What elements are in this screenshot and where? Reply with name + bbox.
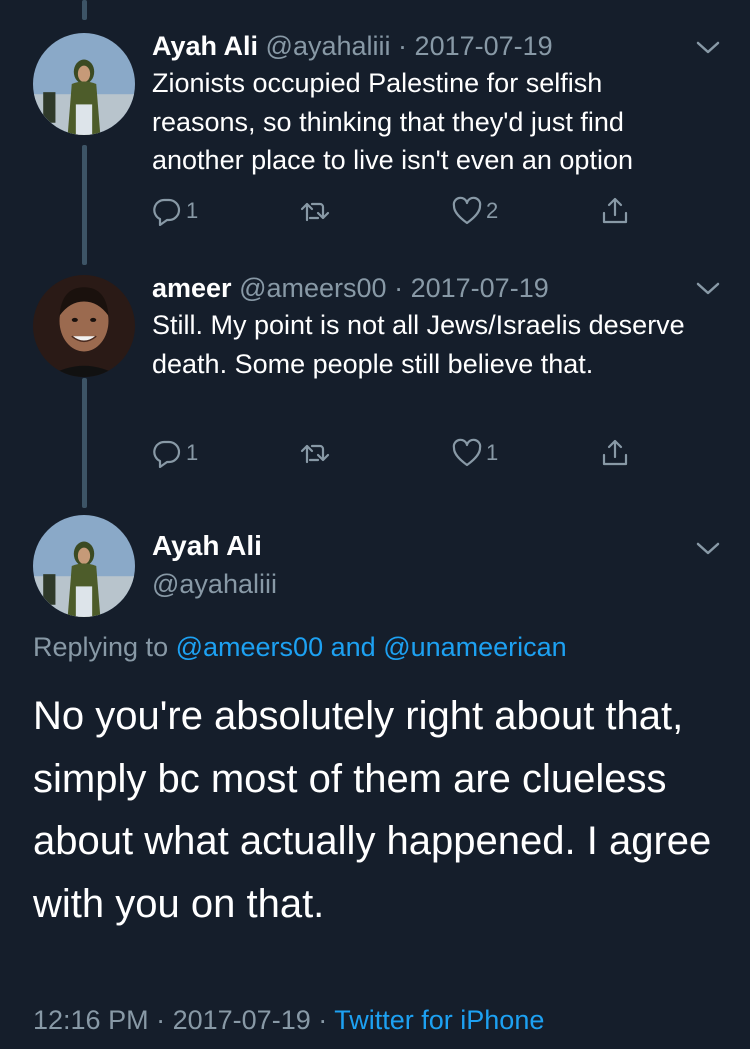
reply-count: 1 (186, 440, 199, 465)
author-name[interactable]: Ayah Ali (152, 31, 258, 61)
like-count: 1 (486, 440, 499, 465)
main-author-name[interactable]: Ayah Ali (152, 530, 262, 562)
like-count: 2 (486, 198, 499, 223)
reply-button[interactable]: 1 (152, 196, 198, 226)
replying-and[interactable]: and (331, 632, 376, 662)
tweet-header: ameer @ameers00 · 2017-07-19 (152, 272, 712, 304)
retweet-icon (300, 444, 330, 464)
reply-icon (153, 440, 181, 468)
share-button[interactable] (600, 196, 630, 226)
thread-line-2 (82, 378, 87, 508)
replying-user-link[interactable]: @ameers00 (176, 632, 323, 662)
tweet-source-link[interactable]: Twitter for iPhone (334, 1005, 544, 1035)
avatar-ayah-main[interactable] (33, 515, 135, 617)
thread-line-top (82, 0, 87, 20)
reply-button[interactable]: 1 (152, 438, 198, 468)
tweet-time: 12:16 PM (33, 1005, 149, 1035)
retweet-button[interactable] (300, 196, 330, 226)
avatar-ayah[interactable] (33, 33, 135, 135)
tweet-footer: 12:16 PM · 2017-07-19 · Twitter for iPho… (33, 1005, 544, 1036)
author-handle[interactable]: @ayahaliii (266, 31, 391, 61)
tweet-text: Still. My point is not all Jews/Israelis… (152, 310, 685, 379)
tweet-text: Zionists occupied Palestine for selfish … (152, 68, 633, 175)
share-icon (602, 439, 628, 466)
tweet-date: 2017-07-19 (172, 1005, 311, 1035)
chevron-down-icon[interactable] (696, 281, 720, 297)
tweet-actions: 1 2 (152, 196, 652, 232)
replying-user-link[interactable]: @unameerican (383, 632, 567, 662)
meta-separator: · (394, 273, 404, 303)
thread-line-1 (82, 145, 87, 265)
share-icon (602, 197, 628, 224)
main-author-handle[interactable]: @ayahaliii (152, 569, 277, 600)
footer-separator: · (318, 1005, 328, 1035)
retweet-button[interactable] (300, 438, 330, 468)
reply-icon (153, 198, 181, 226)
share-button[interactable] (600, 438, 630, 468)
tweet-actions: 1 1 (152, 438, 652, 474)
tweet-date[interactable]: 2017-07-19 (415, 31, 553, 61)
author-handle[interactable]: @ameers00 (239, 273, 386, 303)
tweet-1[interactable]: Ayah Ali @ayahaliii · 2017-07-19 Zionist… (152, 30, 712, 180)
chevron-down-icon[interactable] (696, 541, 720, 557)
like-button[interactable]: 1 (452, 438, 498, 468)
footer-separator: · (156, 1005, 166, 1035)
tweet-header: Ayah Ali @ayahaliii · 2017-07-19 (152, 30, 712, 62)
replying-prefix: Replying to (33, 632, 169, 662)
avatar-ameer[interactable] (33, 275, 135, 377)
chevron-down-icon[interactable] (696, 40, 720, 56)
main-tweet-text: No you're absolutely right about that, s… (33, 694, 712, 926)
like-icon (452, 196, 482, 225)
retweet-icon (300, 202, 330, 222)
author-name[interactable]: ameer (152, 273, 232, 303)
like-button[interactable]: 2 (452, 196, 498, 226)
tweet-date[interactable]: 2017-07-19 (411, 273, 549, 303)
meta-separator: · (398, 31, 408, 61)
replying-to: Replying to @ameers00 and @unameerican (33, 632, 567, 663)
tweet-2[interactable]: ameer @ameers00 · 2017-07-19 Still. My p… (152, 272, 712, 383)
like-icon (452, 438, 482, 467)
reply-count: 1 (186, 198, 199, 223)
